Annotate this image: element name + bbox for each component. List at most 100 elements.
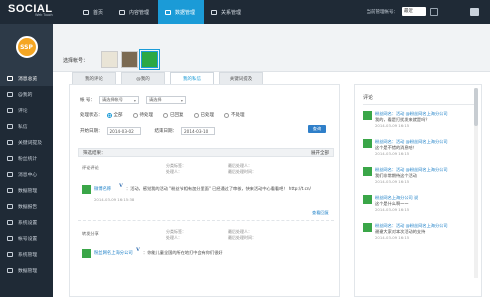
sidebar-item-system-settings[interactable]: 系统设置 xyxy=(0,214,53,230)
topnav-label: 内容管理 xyxy=(129,9,150,16)
status-radio-ignored[interactable]: 不处理 xyxy=(224,112,245,118)
start-date-input[interactable]: 2014-03-02 xyxy=(106,127,141,135)
account-select[interactable]: 最近 xyxy=(402,7,426,16)
results-header-label: 筛选结果： xyxy=(83,150,106,156)
scrollbar-thumb[interactable] xyxy=(474,88,478,126)
commenter-avatar xyxy=(363,139,372,148)
divider xyxy=(363,104,475,105)
report-icon xyxy=(7,203,13,209)
bell-icon xyxy=(7,171,13,177)
meta-handler: 处理人： xyxy=(166,235,182,240)
account-avatar[interactable] xyxy=(141,51,158,68)
sidebar-item-overview[interactable]: 消息总览 xyxy=(0,70,53,86)
comment-item[interactable]: 粉丝网名：活动 @粉丝网名上海分公司 我的，看是打扰发来就是吗？ 2014-03… xyxy=(363,111,475,133)
status-radio-replied[interactable]: 已回复 xyxy=(163,112,184,118)
status-radio-handled[interactable]: 已处理 xyxy=(193,112,214,118)
sidebar-item-fans[interactable]: 粉丝统计 xyxy=(0,150,53,166)
logout-icon[interactable] xyxy=(470,8,479,16)
comment-icon xyxy=(7,107,13,113)
message-time: 2014-03-09 16:15:38 xyxy=(94,197,135,202)
meta-handler: 处理人： xyxy=(166,169,182,174)
topnav-data[interactable]: 数据管理 xyxy=(158,0,205,24)
top-bar: SOCIAL Web Touch 首页 内容管理 数据管理 关系管理 当前管理帐… xyxy=(0,0,490,24)
comment-item[interactable]: 粉丝网名上海分公司 说 这个是什么啊～～ 2014-03-09 16:15 xyxy=(363,195,475,217)
main-panel: 帐 号： 请选择帐号 请选择 处理状态： 全部 待处理 已回复 已处理 不处理 … xyxy=(69,84,340,297)
sidebar-item-messages[interactable]: 私信 xyxy=(0,118,53,134)
account-avatar[interactable] xyxy=(101,51,118,68)
author-name[interactable]: 粉丝网名上海分公司 xyxy=(94,250,133,256)
brand-badge: SSP xyxy=(0,24,53,70)
sidebar-item-label: 系统设置 xyxy=(18,220,38,226)
meta-last-time: 最后处理时间： xyxy=(228,169,256,174)
right-panel: 评论 粉丝网名：活动 @粉丝网名上海分公司 我的，看是打扰发来就是吗？ 2014… xyxy=(354,84,482,297)
wrench-icon xyxy=(7,251,13,257)
chart-icon xyxy=(7,155,13,161)
comment-time: 2014-03-09 16:15 xyxy=(375,235,410,240)
sidebar-item-label: 消息中心 xyxy=(18,172,38,178)
sidebar-item-label: 粉丝统计 xyxy=(18,156,38,162)
topnav-home[interactable]: 首页 xyxy=(76,0,112,24)
comment-item[interactable]: 粉丝网名：活动 @粉丝网名上海分公司 我们非常期待这个活动 2014-03-09… xyxy=(363,167,475,189)
sidebar-item-account-settings[interactable]: 帐号设置 xyxy=(0,230,53,246)
sidebar-item-mentions[interactable]: @我的 xyxy=(0,86,53,102)
end-date-input[interactable]: 2014-03-10 xyxy=(181,127,215,135)
app-logo[interactable]: SOCIAL Web Touch xyxy=(8,3,53,17)
gear-icon xyxy=(7,219,13,225)
sidebar-item-keywords[interactable]: 关键词提及 xyxy=(0,134,53,150)
secondary-filter-select[interactable]: 请选择 xyxy=(145,96,186,104)
topnav-relations[interactable]: 关系管理 xyxy=(204,0,250,24)
status-radio-all[interactable]: 全部 xyxy=(106,112,123,118)
sidebar-item-data-mgmt[interactable]: 数据管理 xyxy=(0,182,53,198)
filter-status-label: 处理状态： xyxy=(80,113,103,118)
sidebar-item-comments[interactable]: 评论 xyxy=(0,102,53,118)
settings-icon[interactable] xyxy=(430,7,438,16)
account-avatar[interactable] xyxy=(121,51,138,68)
topnav-content[interactable]: 内容管理 xyxy=(112,0,158,24)
status-radio-pending[interactable]: 待处理 xyxy=(132,112,153,118)
tab-mentions[interactable]: @我的 xyxy=(121,72,165,84)
topnav-label: 关系管理 xyxy=(221,9,242,16)
tab-keywords[interactable]: 关键词提及 xyxy=(219,72,263,84)
sidebar-item-data-mgmt-2[interactable]: 数据管理 xyxy=(0,262,53,278)
account-filter-select[interactable]: 请选择帐号 xyxy=(98,96,139,104)
radio-icon xyxy=(193,112,199,118)
author-name[interactable]: 微博名称 xyxy=(94,186,111,192)
message-tabs: 我的评论 @我的 我的私信 关键词提及 xyxy=(72,72,268,84)
radio-icon xyxy=(224,112,229,118)
tab-private-messages[interactable]: 我的私信 xyxy=(170,72,214,84)
comment-item[interactable]: 粉丝网名：活动 @粉丝网名上海分公司 这个是不错的消息哈！ 2014-03-09… xyxy=(363,139,475,161)
sidebar-item-label: 数据报告 xyxy=(18,204,38,210)
query-button[interactable]: 查询 xyxy=(308,125,326,133)
comment-time: 2014-03-09 16:15 xyxy=(375,207,410,212)
data-icon xyxy=(165,9,172,15)
folder-icon xyxy=(7,267,13,273)
comment-time: 2014-03-09 16:15 xyxy=(375,151,410,156)
account-label: 当前管理帐号： xyxy=(366,9,399,15)
tab-comments[interactable]: 我的评论 xyxy=(72,72,116,84)
comment-item[interactable]: 粉丝网名：活动 @粉丝网名上海分公司 谢谢大家对本次活动的支持 2014-03-… xyxy=(363,223,475,245)
message-type: 转发分享 xyxy=(82,231,99,236)
sidebar: SSP 消息总览 @我的 评论 私信 关键词提及 粉丝统计 消息中心 数据管理 … xyxy=(0,24,53,297)
author-avatar[interactable] xyxy=(82,185,91,194)
filter-status-row: 处理状态： 全部 待处理 已回复 已处理 不处理 xyxy=(80,112,251,118)
view-reply-link[interactable]: 查看回复 xyxy=(312,210,329,216)
verified-icon: V xyxy=(119,183,123,189)
sidebar-item-label: 系统管理 xyxy=(18,252,38,258)
sidebar-item-label: 数据管理 xyxy=(18,188,38,194)
mail-icon xyxy=(7,123,13,129)
comment-time: 2014-03-09 16:15 xyxy=(375,123,410,128)
overview-icon xyxy=(7,75,13,81)
sidebar-item-reports[interactable]: 数据报告 xyxy=(0,198,53,214)
account-strip-label: 选择帐号： xyxy=(63,58,89,64)
sidebar-item-label: 评论 xyxy=(18,108,28,114)
message-card: 评论评论 分类标签： 处理人： 最后处理人： 最后处理时间： 微博名称 V ：活… xyxy=(78,159,334,221)
author-avatar[interactable] xyxy=(82,249,91,258)
home-icon xyxy=(83,9,89,15)
account-strip xyxy=(53,24,490,72)
sidebar-item-system-mgmt[interactable]: 系统管理 xyxy=(0,246,53,262)
expand-all-link[interactable]: 展开全部 xyxy=(311,150,329,156)
sidebar-item-message-center[interactable]: 消息中心 xyxy=(0,166,53,182)
topnav-label: 首页 xyxy=(93,9,104,16)
document-icon xyxy=(119,9,126,15)
commenter-avatar xyxy=(363,111,372,120)
